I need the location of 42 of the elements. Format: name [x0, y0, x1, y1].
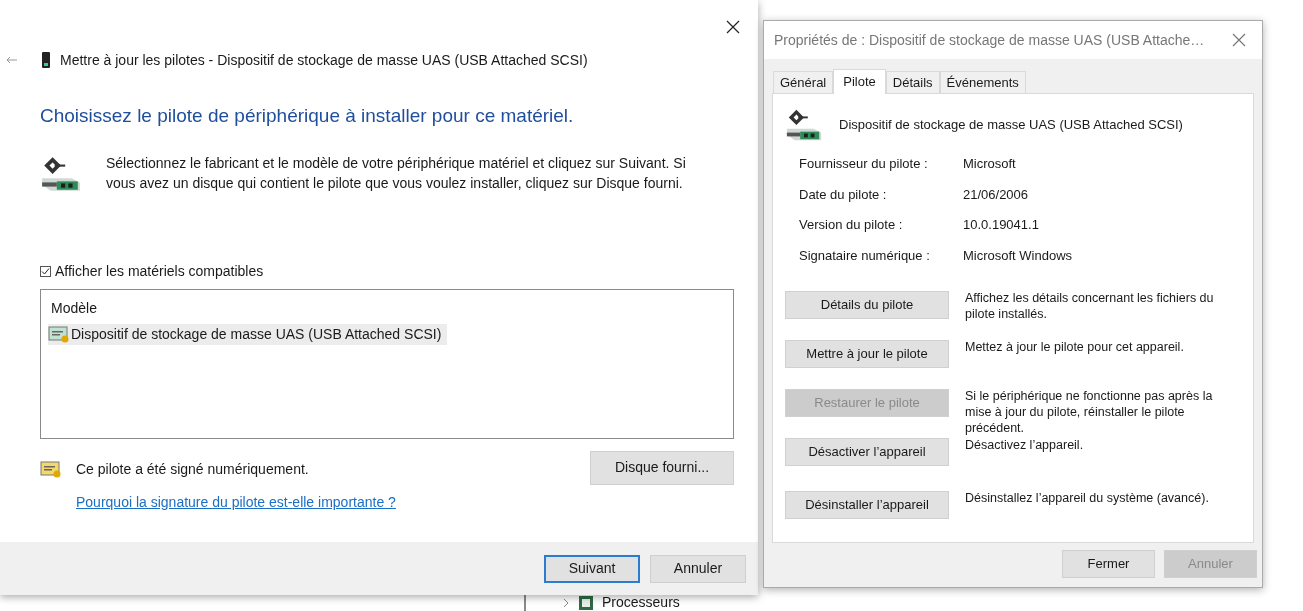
- action-button[interactable]: Désinstaller l’appareil: [785, 491, 949, 519]
- tab[interactable]: Général: [773, 71, 834, 93]
- tab[interactable]: Pilote: [833, 69, 886, 94]
- action-description: Affichez les détails concernant les fichiers du pilote installés.: [965, 290, 1215, 323]
- action-description: Désinstallez l’appareil du système (avancé).: [965, 490, 1210, 507]
- list-header: Modèle: [51, 298, 98, 318]
- property-label: Fournisseur du pilote :: [799, 155, 929, 173]
- action-button[interactable]: Détails du pilote: [785, 291, 949, 319]
- action-button[interactable]: Désactiver l’appareil: [785, 438, 949, 466]
- signature-help-link[interactable]: Pourquoi la signature du pilote est-elle importante ?: [76, 491, 396, 513]
- checkbox[interactable]: [40, 265, 51, 277]
- property-value: 21/06/2006: [963, 185, 1029, 204]
- action-description: Mettez à jour le pilote pour cet appareil.: [965, 339, 1185, 356]
- property-value: 10.0.19041.1: [963, 216, 1039, 234]
- action-description: Désactivez l’appareil.: [965, 437, 1085, 454]
- dialog-title: Mettre à jour les pilotes - Dispositif de stockage de masse UAS (USB Attached SCSI): [60, 50, 588, 70]
- property-label: Signataire numérique :: [799, 246, 931, 265]
- tab[interactable]: Événements: [939, 71, 1026, 93]
- property-value: Microsoft Windows: [963, 246, 1073, 265]
- instructions-text: Sélectionnez le fabricant et le modèle de votre périphérique matériel et cliquez sur Suivant. Si vous avez un disque qui contient le pilote que vous voulez installer, cliquez sur Disque fourni.: [106, 153, 687, 193]
- dialog-button[interactable]: Annuler: [650, 554, 746, 583]
- back-arrow-icon[interactable]: [6, 56, 18, 64]
- tab[interactable]: Détails: [885, 71, 940, 93]
- dialog-button[interactable]: Suivant: [544, 554, 640, 583]
- model-list-item[interactable]: Dispositif de stockage de masse UAS (USB Attached SCSI): [48, 323, 448, 345]
- device-name: Dispositif de stockage de masse UAS (USB Attached SCSI): [839, 116, 1183, 135]
- dialog-button[interactable]: Fermer: [1062, 550, 1155, 578]
- signature-status: Ce pilote a été signé numériquement.: [76, 459, 309, 479]
- certificate-icon: [40, 460, 62, 478]
- action-description: Si le périphérique ne fonctionne pas après la mise à jour du pilote, réinstaller le pilote précédent.: [965, 388, 1214, 437]
- property-label: Version du pilote :: [799, 216, 904, 234]
- checkbox-label[interactable]: Afficher les matériels compatibles: [55, 260, 264, 282]
- have-disk-button[interactable]: Disque fourni...: [590, 450, 734, 485]
- property-label: Date du pilote :: [799, 185, 888, 204]
- property-value: Microsoft: [963, 155, 1016, 173]
- certificate-icon: [48, 325, 70, 343]
- drive-icon: [42, 52, 50, 68]
- dialog-heading: Choisissez le pilote de périphérique à installer pour ce matériel.: [40, 104, 575, 128]
- action-button[interactable]: Mettre à jour le pilote: [785, 340, 949, 368]
- window-title: Propriétés de : Dispositif de stockage de masse UAS (USB Attache…: [774, 30, 1205, 50]
- tree-item[interactable]: Processeurs: [602, 592, 680, 611]
- expand-chevron-icon[interactable]: [562, 597, 570, 608]
